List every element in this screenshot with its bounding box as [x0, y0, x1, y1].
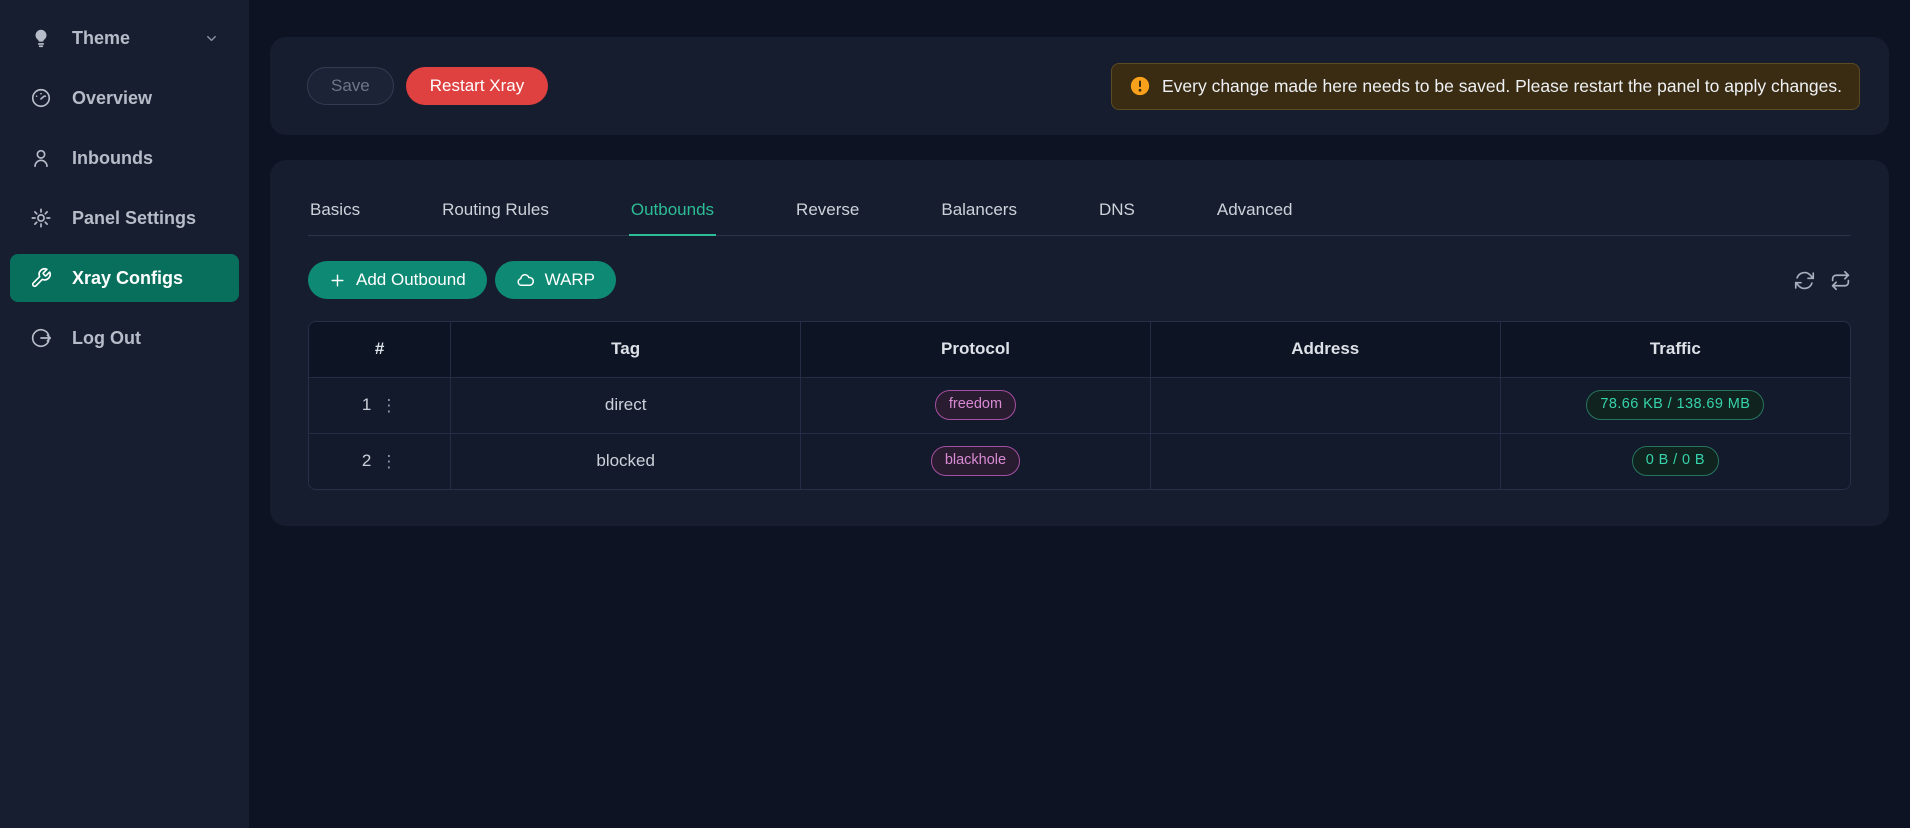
sidebar-item-label: Overview: [72, 88, 152, 109]
main-content: Save Restart Xray Every change made here…: [249, 0, 1910, 828]
tab-balancers[interactable]: Balancers: [939, 187, 1019, 235]
tab-outbounds[interactable]: Outbounds: [629, 187, 716, 235]
sidebar-theme-selector[interactable]: Theme: [10, 14, 239, 62]
row-menu-icon[interactable]: ⋮: [380, 397, 397, 414]
plus-icon: [329, 272, 346, 289]
tab-advanced[interactable]: Advanced: [1215, 187, 1295, 235]
row-tag: direct: [451, 377, 801, 433]
column-header-address: Address: [1150, 322, 1500, 377]
logout-icon: [30, 327, 52, 349]
warp-label: WARP: [545, 270, 595, 290]
warning-alert: Every change made here needs to be saved…: [1111, 63, 1860, 110]
xray-config-card: Basics Routing Rules Outbounds Reverse B…: [270, 160, 1889, 526]
row-address: [1150, 433, 1500, 489]
wrench-icon: [30, 267, 52, 289]
tab-basics[interactable]: Basics: [308, 187, 362, 235]
restart-xray-button[interactable]: Restart Xray: [406, 67, 548, 105]
row-menu-icon[interactable]: ⋮: [380, 453, 397, 470]
traffic-badge: 0 B / 0 B: [1632, 446, 1719, 476]
row-tag: blocked: [451, 433, 801, 489]
warning-icon: [1129, 75, 1151, 97]
warp-button[interactable]: WARP: [495, 261, 616, 299]
column-header-tag: Tag: [451, 322, 801, 377]
sidebar-item-log-out[interactable]: Log Out: [10, 314, 239, 362]
tab-routing-rules[interactable]: Routing Rules: [440, 187, 551, 235]
sidebar-item-label: Xray Configs: [72, 268, 183, 289]
toolbar: Save Restart Xray Every change made here…: [270, 37, 1889, 135]
outbounds-table: # Tag Protocol Address Traffic 1 ⋮: [308, 321, 1851, 490]
repeat-icon[interactable]: [1830, 270, 1851, 291]
sidebar: Theme Overview Inbounds Panel Settings X…: [0, 0, 249, 828]
column-header-index: #: [309, 322, 451, 377]
add-outbound-button[interactable]: Add Outbound: [308, 261, 487, 299]
tab-reverse[interactable]: Reverse: [794, 187, 861, 235]
tab-dns[interactable]: DNS: [1097, 187, 1137, 235]
column-header-traffic: Traffic: [1500, 322, 1850, 377]
cloud-icon: [516, 271, 535, 290]
warning-alert-text: Every change made here needs to be saved…: [1162, 76, 1842, 97]
column-header-protocol: Protocol: [801, 322, 1151, 377]
gear-icon: [30, 207, 52, 229]
sidebar-item-inbounds[interactable]: Inbounds: [10, 134, 239, 182]
table-row: 1 ⋮ direct freedom 78.66 KB / 138.69 MB: [309, 377, 1850, 433]
row-index: 1: [362, 395, 371, 415]
save-button[interactable]: Save: [307, 67, 394, 105]
add-outbound-label: Add Outbound: [356, 270, 466, 290]
protocol-badge: freedom: [935, 390, 1016, 420]
traffic-badge: 78.66 KB / 138.69 MB: [1586, 390, 1764, 420]
sidebar-item-label: Log Out: [72, 328, 141, 349]
sidebar-item-xray-configs[interactable]: Xray Configs: [10, 254, 239, 302]
outbounds-actions: Add Outbound WARP: [308, 261, 1851, 299]
sidebar-item-overview[interactable]: Overview: [10, 74, 239, 122]
table-tools: [1794, 270, 1851, 291]
user-icon: [30, 147, 52, 169]
row-index: 2: [362, 451, 371, 471]
refresh-icon[interactable]: [1794, 270, 1815, 291]
config-tabs: Basics Routing Rules Outbounds Reverse B…: [308, 160, 1851, 236]
sidebar-item-label: Panel Settings: [72, 208, 196, 229]
sidebar-item-panel-settings[interactable]: Panel Settings: [10, 194, 239, 242]
sidebar-item-label: Inbounds: [72, 148, 153, 169]
chevron-down-icon: [204, 31, 219, 46]
row-address: [1150, 377, 1500, 433]
table-header-row: # Tag Protocol Address Traffic: [309, 322, 1850, 377]
dashboard-icon: [30, 87, 52, 109]
table-row: 2 ⋮ blocked blackhole 0 B / 0 B: [309, 433, 1850, 489]
lightbulb-icon: [30, 27, 52, 49]
sidebar-theme-label: Theme: [72, 28, 130, 49]
protocol-badge: blackhole: [931, 446, 1020, 476]
